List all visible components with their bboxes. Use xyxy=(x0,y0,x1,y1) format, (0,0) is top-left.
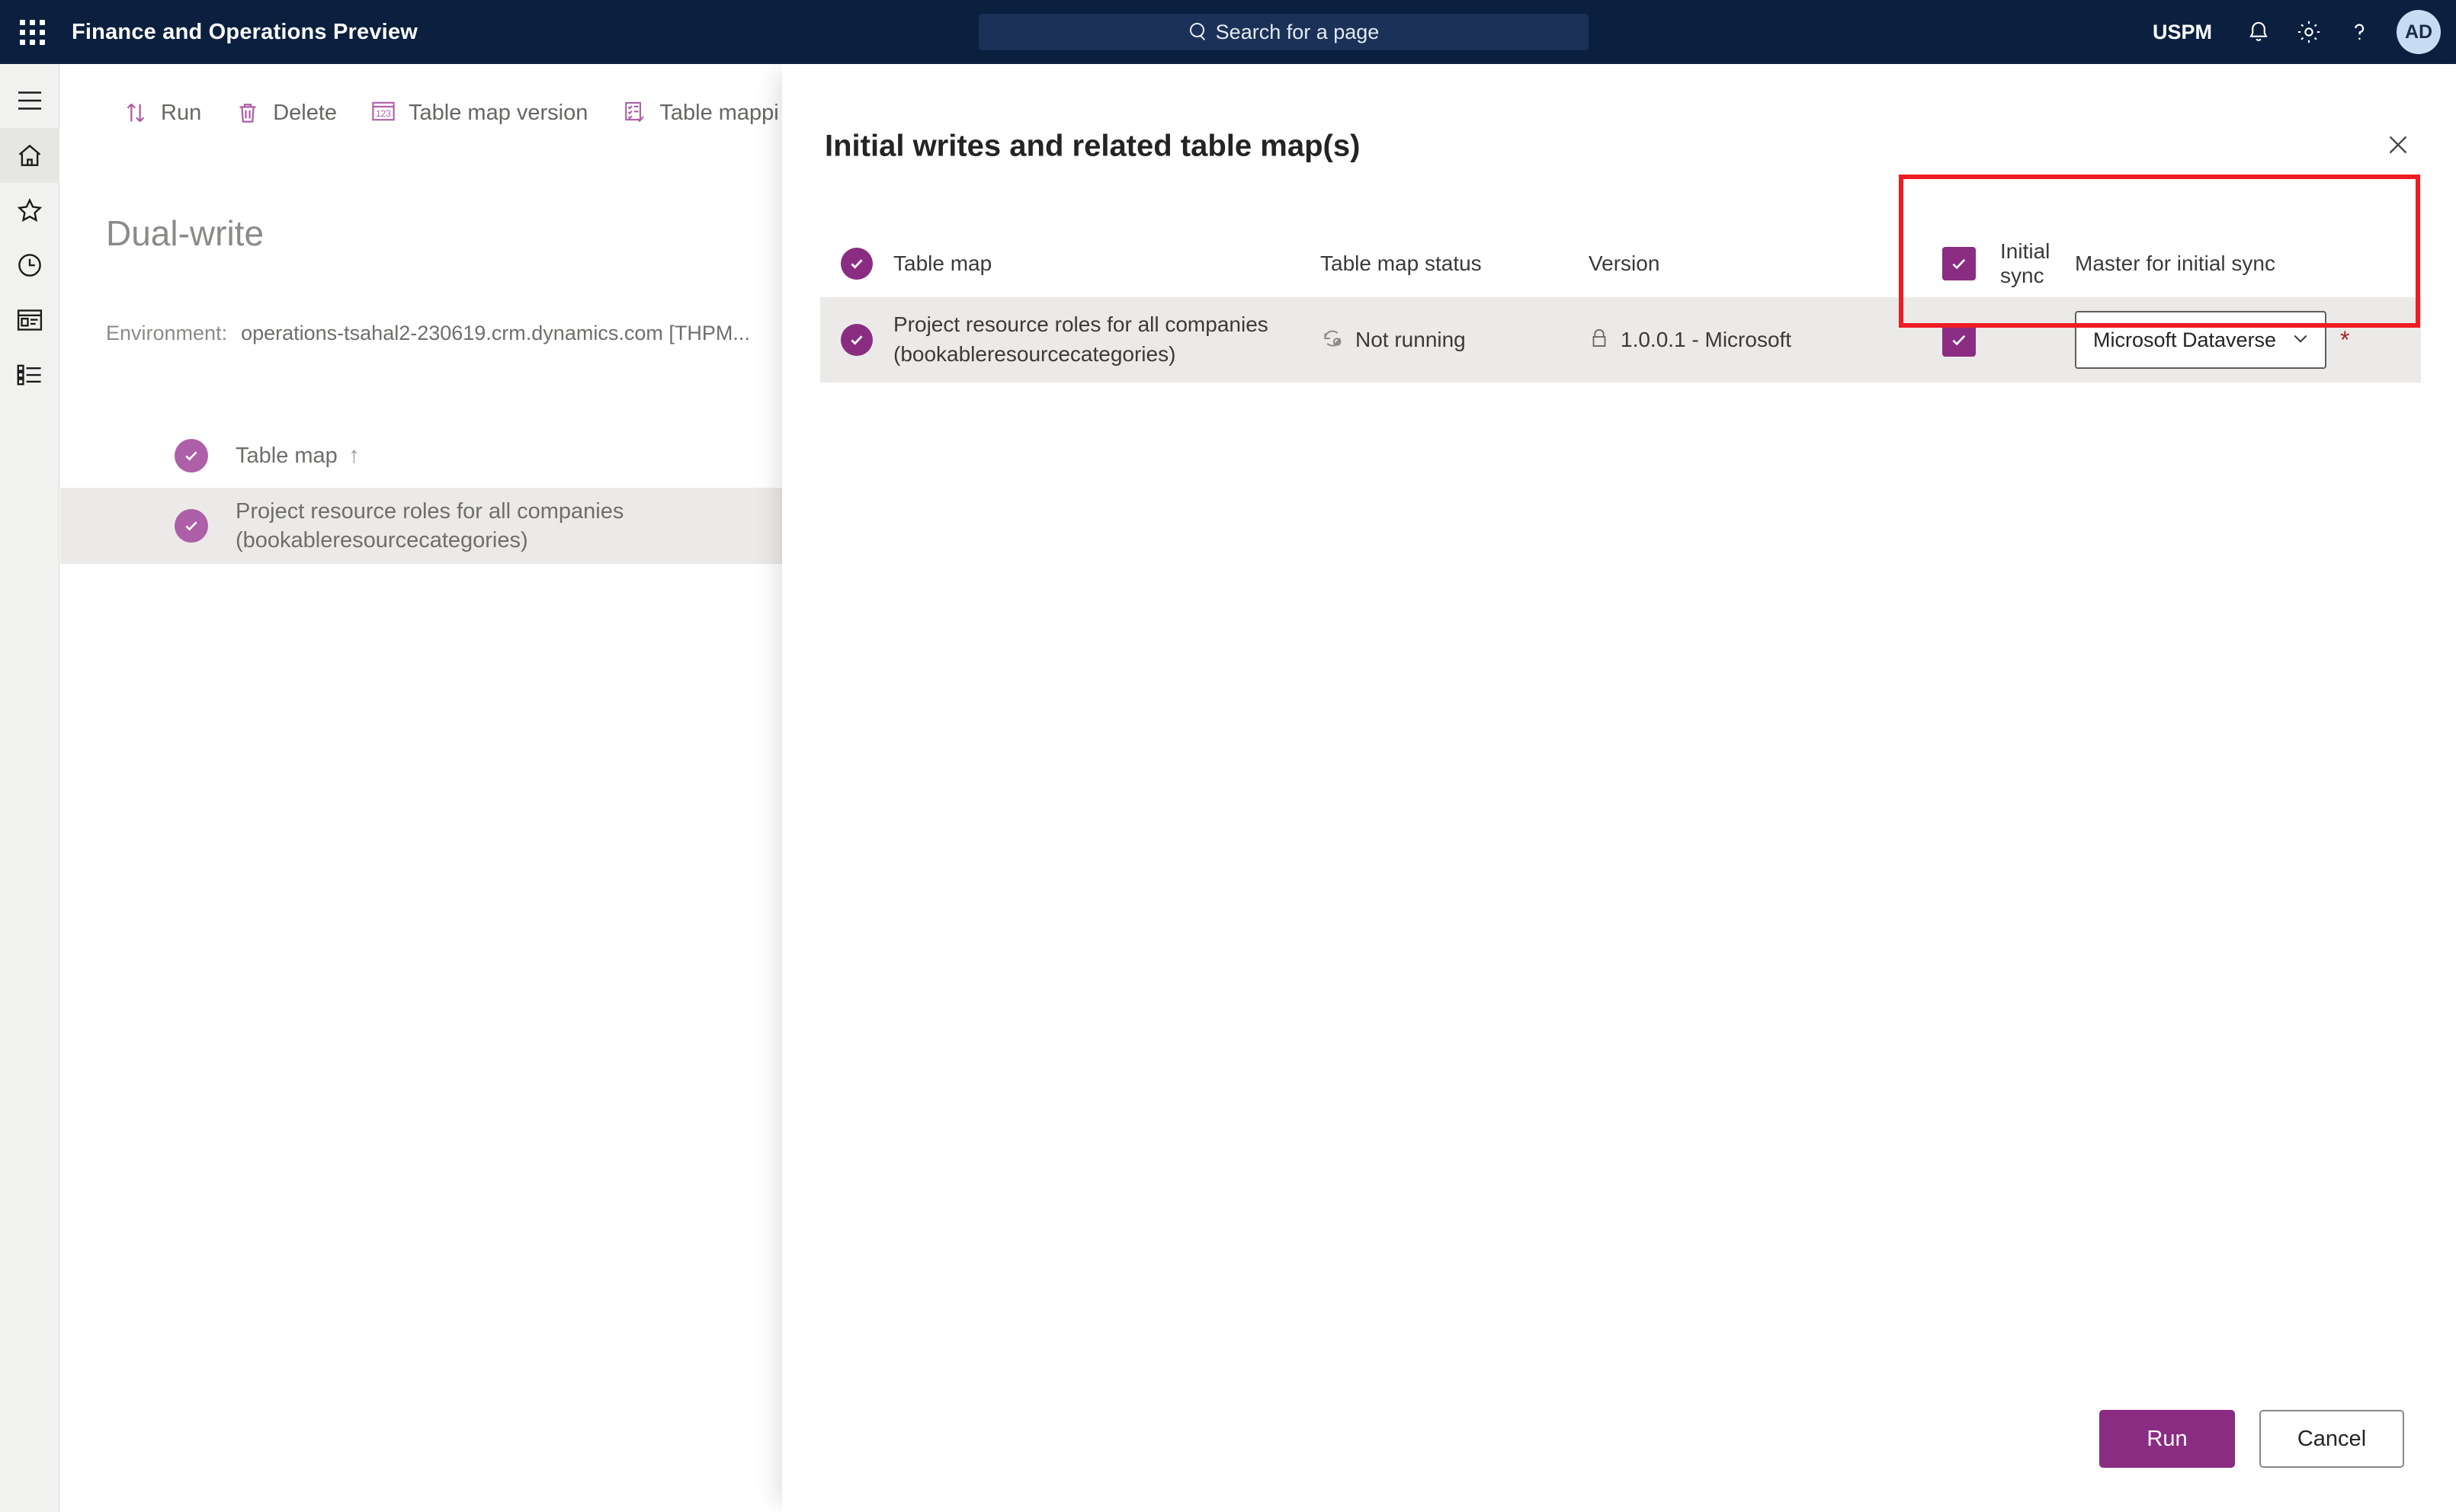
column-header-initial-sync[interactable]: Initial sync xyxy=(1918,239,2075,288)
initial-writes-panel: Initial writes and related table map(s) xyxy=(782,64,2456,1512)
environment-row: Environment: operations-tsahal2-230619.c… xyxy=(106,322,750,345)
master-for-initial-sync-dropdown[interactable]: Microsoft Dataverse xyxy=(2075,311,2326,369)
panel-select-all-cell[interactable] xyxy=(820,248,893,280)
run-arrows-icon xyxy=(123,100,149,126)
gear-icon[interactable] xyxy=(2284,7,2334,57)
initial-sync-checkbox[interactable] xyxy=(1942,323,1976,357)
toolbar-button-table-map-version[interactable]: 123 Table map version xyxy=(354,85,604,140)
sidebar-item-recent[interactable] xyxy=(0,238,59,293)
toolbar-label-table-map-version: Table map version xyxy=(409,100,588,125)
table-row-label: Project resource roles for all companies… xyxy=(236,497,624,556)
run-button[interactable]: Run xyxy=(2099,1410,2235,1468)
table-row-label-line2: (bookableresourcecategories) xyxy=(236,528,528,553)
question-mark-icon[interactable] xyxy=(2334,7,2384,57)
panel-title: Initial writes and related table map(s) xyxy=(825,129,1361,163)
trash-icon xyxy=(235,100,261,126)
column-header-master-for-initial-sync-label: Master for initial sync xyxy=(2075,251,2275,275)
app-root: Finance and Operations Preview Search fo… xyxy=(0,0,2456,1512)
cell-initial-sync xyxy=(1918,323,2075,357)
avatar[interactable]: AD xyxy=(2397,10,2441,54)
page-title: Dual-write xyxy=(106,213,265,253)
panel-footer: Run Cancel xyxy=(2099,1410,2404,1468)
sort-ascending-icon[interactable]: ↑ xyxy=(348,443,360,469)
nav-right-cluster: USPM AD xyxy=(2153,0,2456,64)
checklist-icon xyxy=(621,100,647,126)
panel-table: Table map Table map status Version Initi… xyxy=(820,230,2421,383)
search-input[interactable]: Search for a page xyxy=(979,14,1589,50)
search-icon xyxy=(1188,22,1208,42)
cell-master-for-initial-sync: Microsoft Dataverse * xyxy=(2075,311,2421,369)
select-all-check-icon[interactable] xyxy=(175,439,208,472)
toolbar-button-delete[interactable]: Delete xyxy=(218,85,354,140)
column-header-initial-sync-label: Initial sync xyxy=(2000,239,2050,287)
column-header-table-map[interactable]: Table map xyxy=(893,251,1320,276)
app-title: Finance and Operations Preview xyxy=(72,19,418,44)
close-icon[interactable] xyxy=(2377,123,2419,166)
cell-table-map-status: Not running xyxy=(1320,325,1589,355)
toolbar-button-run[interactable]: Run xyxy=(106,85,218,140)
svg-text:123: 123 xyxy=(376,108,391,119)
panel-row-check-icon[interactable] xyxy=(841,324,873,356)
toolbar-label-run: Run xyxy=(161,100,202,125)
row-check-icon[interactable] xyxy=(175,509,208,543)
chevron-down-icon xyxy=(2290,328,2311,353)
sidebar-item-favorites[interactable] xyxy=(0,183,59,238)
status-cell: Not running xyxy=(1320,325,1589,355)
sidebar-item-home[interactable] xyxy=(0,128,59,183)
search-placeholder: Search for a page xyxy=(1215,20,1380,43)
column-header-master-for-initial-sync[interactable]: Master for initial sync xyxy=(2075,251,2421,276)
column-header-table-map-status-label: Table map status xyxy=(1320,251,1482,275)
table-row-label-line1: Project resource roles for all companies xyxy=(236,498,624,524)
background-grid-header-label: Table map xyxy=(236,443,338,468)
environment-value[interactable]: operations-tsahal2-230619.crm.dynamics.c… xyxy=(241,322,750,345)
number-123-icon: 123 xyxy=(370,100,396,126)
left-navigation-rail xyxy=(0,64,59,1512)
status-text: Not running xyxy=(1355,327,1466,351)
version-text: 1.0.0.1 - Microsoft xyxy=(1621,327,1792,351)
sidebar-item-modules[interactable] xyxy=(0,348,59,402)
initial-sync-select-all-checkbox[interactable] xyxy=(1942,247,1976,280)
column-header-table-map-label: Table map xyxy=(893,251,992,275)
version-cell: 1.0.0.1 - Microsoft xyxy=(1589,325,1918,355)
top-navigation-bar: Finance and Operations Preview Search fo… xyxy=(0,0,2456,64)
sidebar-item-workspaces[interactable] xyxy=(0,293,59,348)
panel-select-all-check-icon[interactable] xyxy=(841,248,873,280)
toolbar-label-table-mapping: Table mappi xyxy=(659,100,779,125)
lock-icon xyxy=(1589,327,1610,354)
cell-table-map: Project resource roles for all companies… xyxy=(893,310,1320,369)
cell-table-map-line1: Project resource roles for all companies xyxy=(893,312,1268,337)
app-launcher-icon[interactable] xyxy=(0,0,64,64)
panel-table-header: Table map Table map status Version Initi… xyxy=(820,230,2421,297)
master-for-initial-sync-value: Microsoft Dataverse xyxy=(2093,328,2277,351)
panel-table-row[interactable]: Project resource roles for all companies… xyxy=(820,297,2421,383)
cancel-button[interactable]: Cancel xyxy=(2259,1410,2404,1468)
required-field-marker: * xyxy=(2340,326,2350,354)
sync-disabled-icon xyxy=(1320,326,1345,354)
panel-row-select-cell[interactable] xyxy=(820,324,893,356)
column-header-table-map-status[interactable]: Table map status xyxy=(1320,251,1589,276)
cell-version: 1.0.0.1 - Microsoft xyxy=(1589,325,1918,355)
waffle-grid xyxy=(19,19,45,45)
environment-label: Environment: xyxy=(106,322,228,344)
column-header-version[interactable]: Version xyxy=(1589,251,1918,276)
company-label: USPM xyxy=(2152,20,2212,43)
command-toolbar: Run Delete 123 Table map version Table m… xyxy=(60,85,796,140)
toolbar-label-delete: Delete xyxy=(273,100,338,125)
column-header-version-label: Version xyxy=(1589,251,1660,275)
toolbar-button-table-mapping[interactable]: Table mappi xyxy=(604,85,795,140)
hamburger-menu-icon[interactable] xyxy=(0,73,59,128)
bell-icon[interactable] xyxy=(2233,7,2284,57)
cell-table-map-line2: (bookableresourcecategories) xyxy=(893,342,1176,366)
panel-header: Initial writes and related table map(s) xyxy=(782,64,2456,163)
